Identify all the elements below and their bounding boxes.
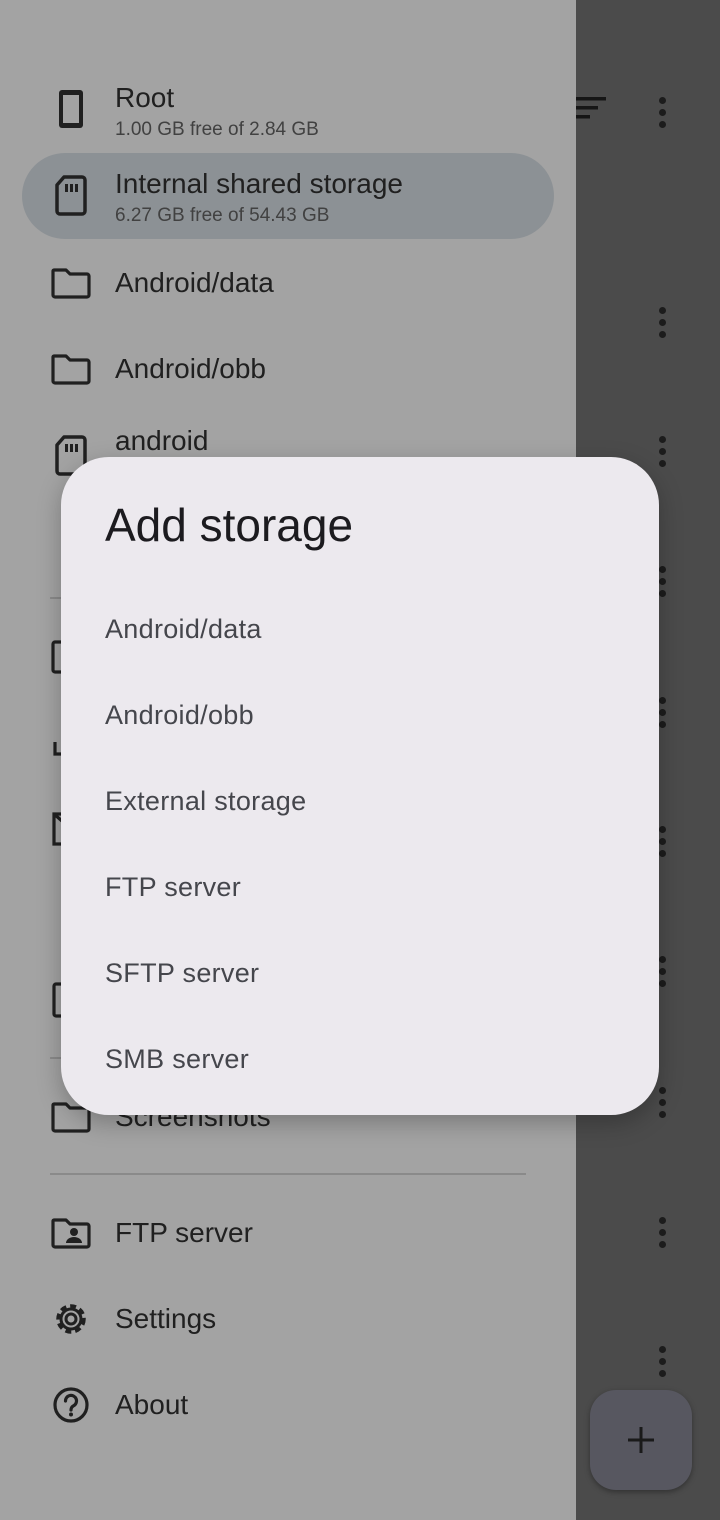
drawer-item-root[interactable]: Root 1.00 GB free of 2.84 GB <box>0 78 576 148</box>
drawer-item-label: FTP server <box>115 1217 253 1248</box>
item-more-icon[interactable] <box>659 307 667 341</box>
drawer-item-settings[interactable]: Settings <box>0 1298 576 1344</box>
sd-card-icon <box>55 175 87 216</box>
drawer-item-internal-storage[interactable]: Internal shared storage 6.27 GB free of … <box>0 164 576 234</box>
drawer-item-label: Settings <box>115 1303 217 1334</box>
more-options-icon[interactable] <box>659 97 667 131</box>
help-circle-icon <box>53 1387 89 1423</box>
folder-icon <box>51 354 91 385</box>
add-fab-button[interactable] <box>590 1390 692 1490</box>
item-more-icon[interactable] <box>659 1087 667 1121</box>
phone-icon <box>59 90 83 128</box>
item-more-icon[interactable] <box>659 956 667 990</box>
drawer-item-label: About <box>115 1389 189 1420</box>
option-label: FTP server <box>105 871 242 902</box>
drawer-item-ftp-server[interactable]: FTP server <box>0 1212 576 1258</box>
item-more-icon[interactable] <box>659 826 667 860</box>
drawer-item-subtitle: 6.27 GB free of 54.43 GB <box>115 205 330 226</box>
option-android-data[interactable]: Android/data <box>61 586 659 672</box>
drawer-item-label: Android/data <box>115 267 274 298</box>
dialog-title: Add storage <box>105 499 354 551</box>
drawer-item-subtitle: 1.00 GB free of 2.84 GB <box>115 119 319 140</box>
folder-account-icon <box>51 1218 91 1249</box>
drawer-item-label: Internal shared storage <box>115 168 403 199</box>
option-label: SFTP server <box>105 957 260 988</box>
gear-icon <box>56 1304 86 1334</box>
add-storage-dialog: Add storage Android/data Android/obb Ext… <box>61 457 659 1115</box>
option-android-obb[interactable]: Android/obb <box>61 672 659 758</box>
option-label: Android/obb <box>105 699 254 730</box>
option-sftp-server[interactable]: SFTP server <box>61 930 659 1016</box>
option-smb-server[interactable]: SMB server <box>61 1016 659 1102</box>
plus-icon <box>628 1427 654 1453</box>
drawer-item-android-obb[interactable]: Android/obb <box>0 348 576 394</box>
drawer-item-android-data[interactable]: Android/data <box>0 262 576 308</box>
item-more-icon[interactable] <box>659 697 667 731</box>
item-more-icon[interactable] <box>659 1346 667 1380</box>
sort-icon[interactable] <box>576 95 606 123</box>
drawer-item-about[interactable]: About <box>0 1384 576 1430</box>
option-external-storage[interactable]: External storage <box>61 758 659 844</box>
item-more-icon[interactable] <box>659 566 667 600</box>
item-more-icon[interactable] <box>659 1217 667 1251</box>
option-label: SMB server <box>105 1043 250 1074</box>
option-ftp-server[interactable]: FTP server <box>61 844 659 930</box>
drawer-item-label: Android/obb <box>115 353 267 384</box>
drawer-item-label: Root <box>115 82 175 113</box>
option-label: External storage <box>105 785 307 816</box>
folder-icon <box>51 268 91 299</box>
divider <box>50 1173 526 1175</box>
item-more-icon[interactable] <box>659 436 667 470</box>
option-label: Android/data <box>105 613 262 644</box>
drawer-item-label: android <box>115 425 209 456</box>
